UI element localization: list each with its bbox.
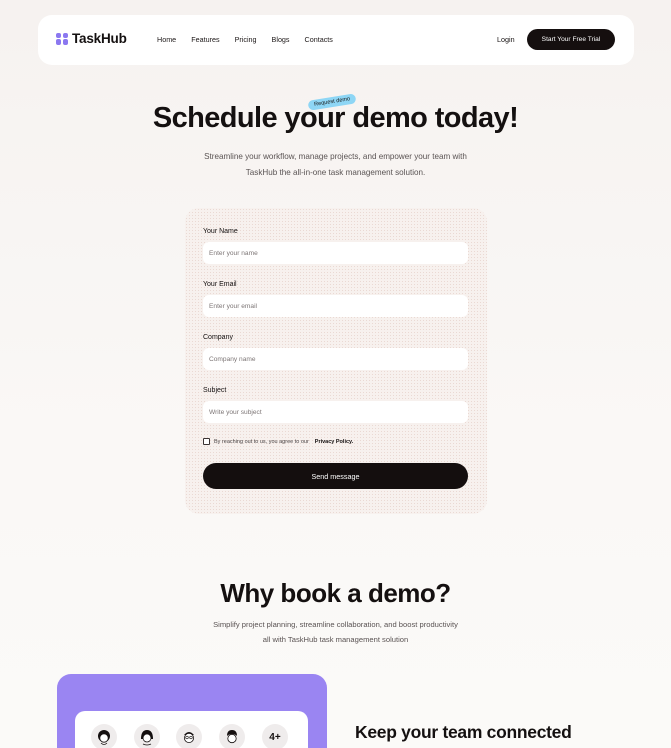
- nav-link-blogs[interactable]: Blogs: [272, 35, 290, 44]
- send-message-button[interactable]: Send message: [203, 463, 468, 489]
- email-input[interactable]: [203, 295, 468, 317]
- demo-request-form: Your Name Your Email Company Subject By …: [185, 208, 487, 514]
- company-input[interactable]: [203, 348, 468, 370]
- nav-links: Home Features Pricing Blogs Contacts: [157, 35, 348, 44]
- name-label: Your Name: [203, 228, 238, 235]
- subject-input[interactable]: [203, 401, 468, 423]
- login-link[interactable]: Login: [497, 35, 515, 44]
- name-input[interactable]: [203, 242, 468, 264]
- page-title: Schedule your demo today!: [152, 102, 519, 134]
- email-label: Your Email: [203, 281, 237, 288]
- consent-checkbox[interactable]: [203, 438, 210, 445]
- nav-link-home[interactable]: Home: [157, 35, 176, 44]
- why-subtitle-line-1: Simplify project planning, streamline co…: [213, 620, 458, 629]
- nav-link-contacts[interactable]: Contacts: [305, 35, 333, 44]
- feature-title: Keep your team connected: [355, 722, 572, 742]
- consent-text: By reaching out to us, you agree to our: [214, 438, 309, 445]
- brand-logo[interactable]: TaskHub: [56, 31, 127, 46]
- avatar-woman-curly: [91, 724, 117, 748]
- company-label: Company: [203, 334, 233, 341]
- more-members-count: 4+: [269, 731, 281, 743]
- subject-label: Subject: [203, 387, 227, 394]
- nav-link-features[interactable]: Features: [191, 35, 219, 44]
- why-demo-title: Why book a demo?: [220, 578, 451, 608]
- team-illustration-panel: 4+: [57, 674, 327, 748]
- more-members-badge: 4+: [262, 724, 288, 748]
- man-curly-avatar-icon: [227, 730, 237, 744]
- hero-subtitle-line-2: TaskHub the all-in-one task management s…: [245, 168, 426, 177]
- consent-row: By reaching out to us, you agree to our …: [203, 438, 353, 445]
- avatar-man-curly: [219, 724, 245, 748]
- woman-avatar-icon: [141, 730, 153, 746]
- man-glasses-avatar-icon: [184, 732, 194, 743]
- why-demo-subtitle: Simplify project planning, streamline co…: [185, 617, 486, 647]
- nav-link-pricing[interactable]: Pricing: [235, 35, 257, 44]
- woman-curly-avatar-icon: [98, 730, 110, 745]
- hero-subtitle-line-1: Streamline your workflow, manage project…: [204, 152, 467, 161]
- why-subtitle-line-2: all with TaskHub task management solutio…: [262, 635, 409, 644]
- grid-logo-icon: [56, 32, 68, 45]
- avatar-woman: [134, 724, 160, 748]
- start-free-trial-button[interactable]: Start Your Free Trial: [527, 29, 615, 50]
- hero-subtitle: Streamline your workflow, manage project…: [170, 149, 501, 181]
- avatar-man-glasses: [176, 724, 202, 748]
- team-avatars-card: 4+: [75, 711, 308, 748]
- navbar: TaskHub Home Features Pricing Blogs Cont…: [38, 15, 634, 65]
- brand-name: TaskHub: [72, 31, 127, 46]
- privacy-policy-link[interactable]: Privacy Policy.: [315, 439, 353, 445]
